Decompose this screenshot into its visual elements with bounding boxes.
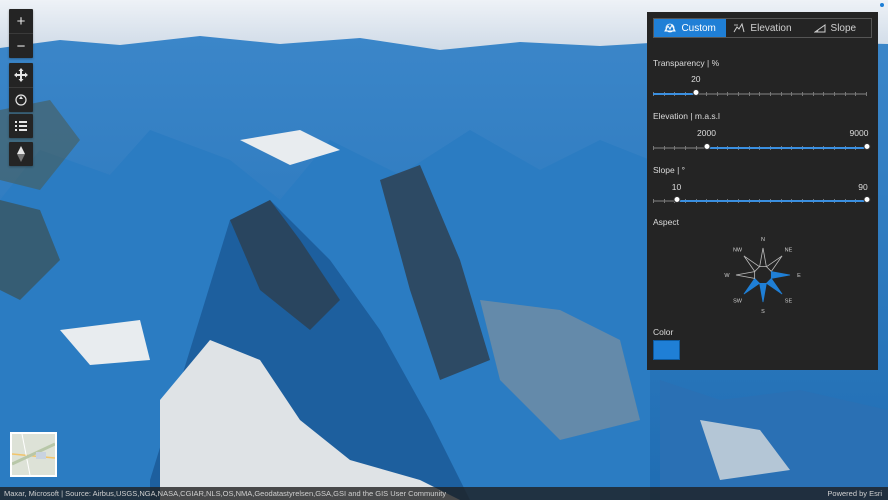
tab-custom[interactable]: Custom <box>654 19 727 37</box>
custom-layer-icon <box>664 23 677 33</box>
overview-map[interactable] <box>10 432 57 477</box>
attribution-text[interactable]: Maxar, Microsoft | Source: Airbus,USGS,N… <box>4 487 446 500</box>
elevation-icon <box>733 23 745 33</box>
zoom-out-button[interactable]: − <box>9 33 33 58</box>
aspect-label-ne: NE <box>785 248 793 254</box>
elevation-min-value: 2000 <box>697 128 716 138</box>
aspect-label-nw: NW <box>733 248 743 254</box>
overview-map-image <box>12 434 55 475</box>
elevation-max-thumb[interactable] <box>863 143 871 150</box>
analysis-panel: Custom Elevation Slope Transparency | % … <box>647 12 878 370</box>
slope-min-value: 10 <box>671 182 682 192</box>
move-icon <box>14 68 28 82</box>
aspect-label: Aspect <box>653 217 679 227</box>
elevation-label: Elevation | m.a.s.l <box>653 111 720 121</box>
pan-button[interactable] <box>9 63 33 87</box>
aspect-label-s: S <box>761 309 765 315</box>
aspect-segment-se[interactable] <box>765 277 783 295</box>
rotate-icon <box>15 94 27 106</box>
status-dot <box>880 3 884 7</box>
color-label: Color <box>653 327 674 337</box>
navigation-control <box>9 63 33 112</box>
compass-needle-icon <box>17 146 25 162</box>
elevation-fill <box>706 147 867 149</box>
transparency-slider[interactable] <box>653 89 867 96</box>
tab-slope-label: Slope <box>830 22 857 34</box>
elevation-max-value: 9000 <box>849 128 869 138</box>
aspect-label-sw: SW <box>733 298 743 304</box>
list-icon <box>15 121 27 131</box>
elevation-min-thumb[interactable] <box>703 143 710 150</box>
tab-slope[interactable]: Slope <box>799 19 871 37</box>
attribution-bar: Maxar, Microsoft | Source: Airbus,USGS,N… <box>0 487 888 500</box>
aspect-label-w: W <box>724 273 730 279</box>
tab-elevation-label: Elevation <box>750 22 792 34</box>
slope-max-value: 90 <box>858 182 868 192</box>
tab-custom-label: Custom <box>681 22 716 34</box>
compass-button[interactable] <box>9 142 33 166</box>
layer-list-button[interactable] <box>9 114 33 138</box>
transparency-thumb[interactable] <box>692 89 700 96</box>
zoom-control: + − <box>9 9 33 58</box>
aspect-label-n: N <box>761 237 765 243</box>
aspect-segment-sw[interactable] <box>743 277 761 295</box>
aspect-label-se: SE <box>785 298 793 304</box>
slope-slider[interactable] <box>653 196 871 203</box>
mode-tabs: Custom Elevation Slope <box>653 18 872 38</box>
aspect-compass[interactable]: N NE E SE S SW W NW <box>722 228 804 320</box>
slope-label: Slope | ° <box>653 165 686 175</box>
transparency-value: 20 <box>691 74 701 84</box>
aspect-segment-ne[interactable] <box>765 255 783 273</box>
transparency-fill <box>653 93 696 95</box>
aspect-segment-w[interactable] <box>735 271 756 279</box>
slope-max-thumb[interactable] <box>863 196 871 203</box>
tab-elevation[interactable]: Elevation <box>726 19 798 37</box>
compass-control <box>9 142 33 166</box>
aspect-segment-nw[interactable] <box>743 255 761 273</box>
aspect-segment-e[interactable] <box>770 271 791 279</box>
elevation-slider[interactable] <box>653 143 871 150</box>
slope-fill <box>676 200 867 202</box>
aspect-label-e: E <box>797 273 801 279</box>
zoom-in-button[interactable]: + <box>9 9 33 33</box>
aspect-segment-s[interactable] <box>759 282 767 303</box>
transparency-label: Transparency | % <box>653 58 720 68</box>
rotate-button[interactable] <box>9 87 33 112</box>
powered-by-esri[interactable]: Powered by Esri <box>827 487 882 500</box>
slope-icon <box>813 24 826 33</box>
slope-min-thumb[interactable] <box>673 196 681 203</box>
layer-list-control <box>9 114 33 138</box>
color-swatch[interactable] <box>653 340 680 360</box>
aspect-segment-n[interactable] <box>759 247 767 268</box>
